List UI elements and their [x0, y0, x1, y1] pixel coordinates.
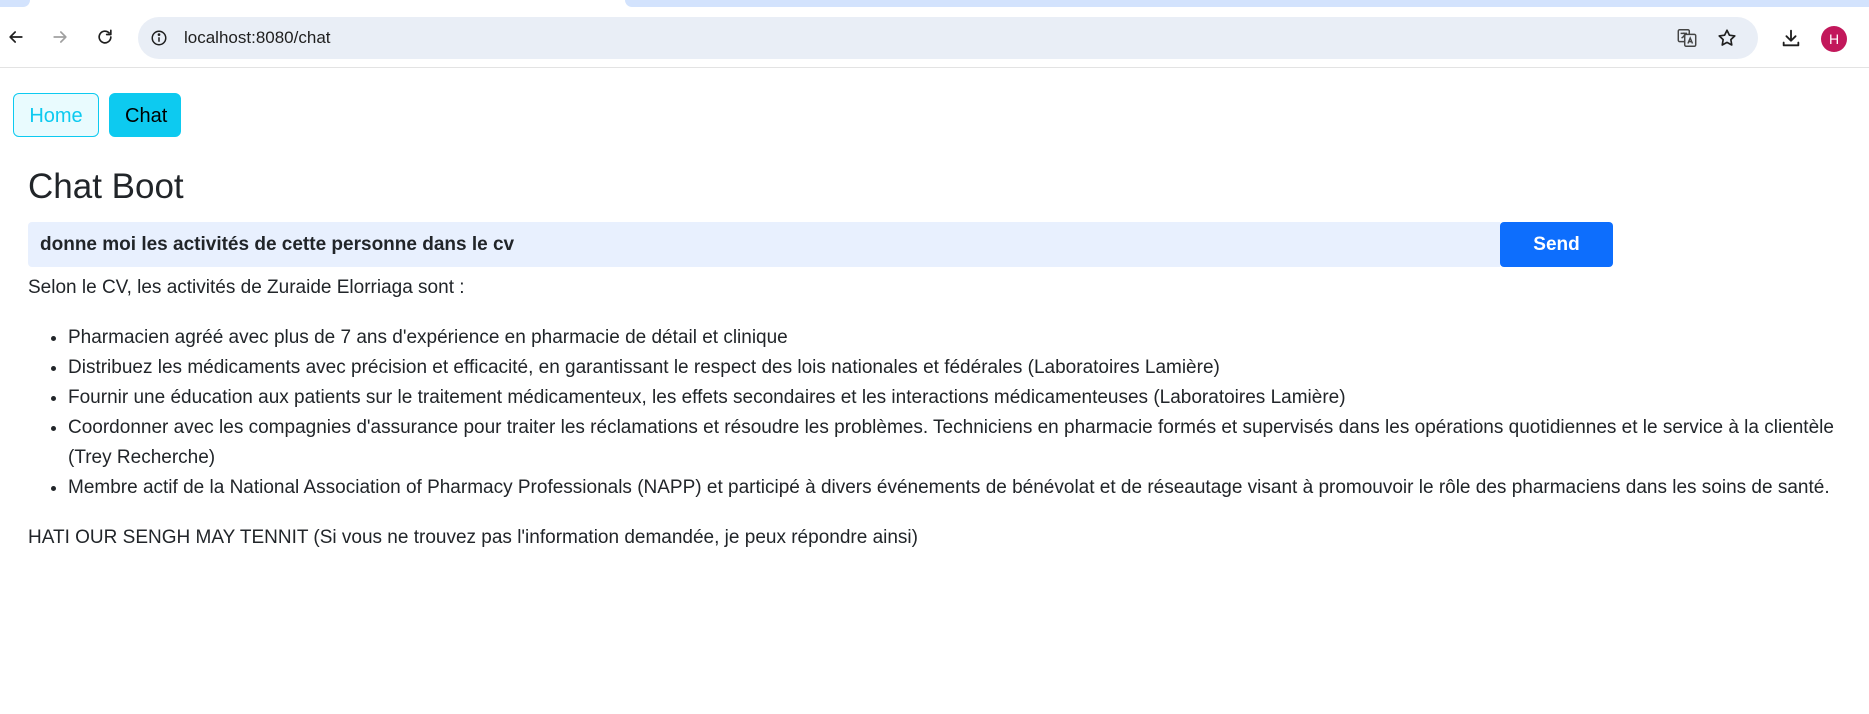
- tab-strip: [0, 0, 1869, 10]
- info-icon: [151, 30, 167, 46]
- translate-icon: [1677, 29, 1697, 47]
- star-icon: [1718, 29, 1736, 46]
- arrow-right-icon: [53, 31, 67, 43]
- url-text[interactable]: localhost:8080/chat: [184, 17, 331, 59]
- tab-active-edge[interactable]: [0, 0, 30, 7]
- response-list: Pharmacien agréé avec plus de 7 ans d'ex…: [28, 323, 1848, 503]
- send-button[interactable]: Send: [1500, 222, 1613, 267]
- tab-inactive[interactable]: [625, 0, 1869, 7]
- browser-toolbar: localhost:8080/chat H: [0, 10, 1869, 68]
- translate-button[interactable]: [1674, 25, 1700, 51]
- reload-button[interactable]: [89, 21, 121, 53]
- bookmark-button[interactable]: [1714, 25, 1740, 51]
- page-title: Chat Boot: [28, 167, 184, 206]
- response-intro: Selon le CV, les activités de Zuraide El…: [28, 277, 465, 298]
- reload-icon: [98, 29, 112, 44]
- chat-input[interactable]: [28, 222, 1500, 267]
- arrow-left-icon: [9, 31, 23, 43]
- list-item: Fournir une éducation aux patients sur l…: [68, 383, 1848, 413]
- list-item: Membre actif de la National Association …: [68, 473, 1848, 503]
- address-bar[interactable]: localhost:8080/chat: [138, 17, 1758, 59]
- site-info-button[interactable]: [146, 25, 172, 51]
- download-icon: [1782, 29, 1800, 47]
- response-footer: HATI OUR SENGH MAY TENNIT (Si vous ne tr…: [28, 527, 918, 548]
- list-item: Coordonner avec les compagnies d'assuran…: [68, 413, 1848, 473]
- list-item: Pharmacien agréé avec plus de 7 ans d'ex…: [68, 323, 1848, 353]
- nav-home-link[interactable]: Home: [13, 93, 99, 137]
- chat-response: Selon le CV, les activités de Zuraide El…: [28, 273, 1848, 553]
- forward-button[interactable]: [44, 21, 76, 53]
- back-button[interactable]: [0, 21, 32, 53]
- profile-avatar[interactable]: H: [1821, 26, 1847, 52]
- downloads-button[interactable]: [1776, 23, 1806, 53]
- list-item: Distribuez les médicaments avec précisio…: [68, 353, 1848, 383]
- nav-chat-link[interactable]: Chat: [109, 93, 181, 137]
